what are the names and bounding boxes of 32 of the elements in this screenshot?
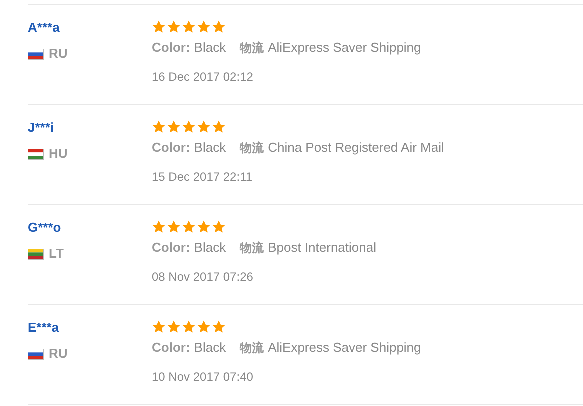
reviewer-name: E***a	[28, 319, 60, 337]
shipping-value: AliExpress Saver Shipping	[268, 39, 422, 57]
country-code: HU	[49, 145, 68, 163]
review-date: 16 Dec 2017 02:12	[152, 69, 254, 85]
shipping-label: 物流	[240, 240, 264, 257]
shipping-value: Bpost International	[268, 239, 376, 257]
review-date: 15 Dec 2017 22:11	[152, 169, 253, 185]
color-value: Black	[194, 239, 226, 257]
reviewer-name: G***o	[28, 219, 62, 237]
color-value: Black	[194, 39, 226, 57]
reviewer-name: A***a	[28, 19, 60, 37]
shipping-label: 物流	[240, 340, 264, 357]
country-code: LT	[49, 245, 64, 263]
color-label: Color:	[152, 139, 190, 157]
shipping-label: 物流	[240, 40, 264, 57]
shipping-label: 物流	[240, 140, 264, 157]
reviewer-name: J***i	[28, 119, 54, 137]
flag-icon	[28, 248, 44, 260]
country-code: RU	[49, 45, 68, 63]
flag-icon	[28, 48, 44, 60]
flag-icon	[28, 348, 44, 360]
color-label: Color:	[152, 239, 190, 257]
color-label: Color:	[152, 339, 190, 357]
shipping-value: China Post Registered Air Mail	[268, 139, 444, 157]
review-date: 08 Nov 2017 07:26	[152, 269, 254, 285]
flag-icon	[28, 148, 44, 160]
country-code: RU	[49, 345, 68, 363]
color-label: Color:	[152, 39, 190, 57]
color-value: Black	[194, 139, 226, 157]
shipping-value: AliExpress Saver Shipping	[268, 339, 422, 357]
color-value: Black	[194, 339, 226, 357]
review-date: 10 Nov 2017 07:40	[152, 369, 254, 385]
